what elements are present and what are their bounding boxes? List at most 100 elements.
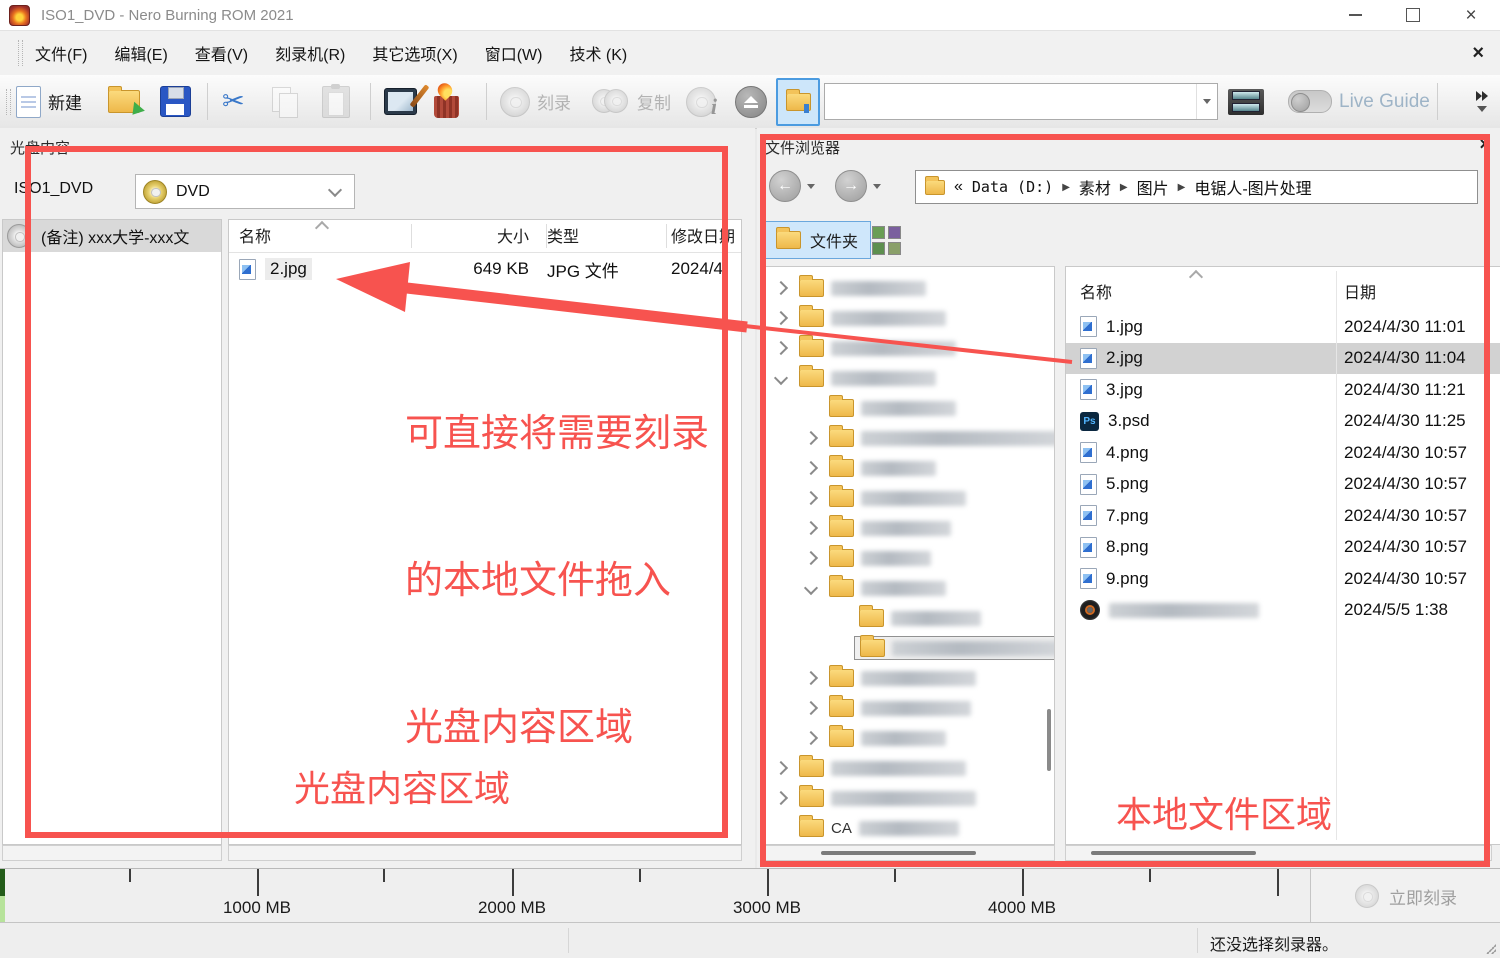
expand-icon[interactable]	[774, 341, 788, 355]
tree-item[interactable]	[764, 783, 1054, 813]
tree-item[interactable]	[764, 453, 1054, 483]
tree-hscrollbar[interactable]	[763, 845, 1055, 861]
list-hscrollbar[interactable]	[1065, 845, 1492, 861]
expand-icon[interactable]	[804, 671, 818, 685]
tree-item[interactable]	[764, 543, 1054, 573]
disc-tree-hscrollbar[interactable]	[2, 845, 222, 861]
file-row[interactable]: 1.jpg2024/4/30 11:01	[1066, 311, 1500, 343]
tree-item[interactable]	[764, 483, 1054, 513]
forward-button[interactable]: →	[835, 170, 867, 202]
back-history-dropdown[interactable]	[807, 184, 815, 189]
expand-icon[interactable]	[804, 551, 818, 565]
tree-item[interactable]	[764, 633, 1054, 663]
resize-grip[interactable]	[1486, 944, 1496, 954]
new-compilation-button[interactable]: 新建	[16, 75, 82, 128]
file-row[interactable]: Ps3.psd2024/4/30 11:25	[1066, 406, 1500, 438]
menu-item[interactable]: 查看(V)	[195, 41, 248, 65]
tree-item[interactable]	[764, 513, 1054, 543]
tree-item[interactable]	[764, 573, 1054, 603]
menu-item[interactable]: 刻录机(R)	[275, 41, 345, 65]
maximize-button[interactable]	[1384, 0, 1442, 30]
menu-item[interactable]: 其它选项(X)	[372, 41, 457, 65]
minimize-button[interactable]	[1326, 0, 1384, 30]
breadcrumb[interactable]: « Data (D:) ▶ 素材 ▶ 图片 ▶ 电锯人-图片处理	[915, 170, 1478, 204]
file-row[interactable]: 8.png2024/4/30 10:57	[1066, 532, 1500, 564]
save-button[interactable]	[160, 75, 191, 128]
disc-info-button[interactable]: i	[686, 75, 716, 128]
expand-icon[interactable]	[774, 311, 788, 325]
erase-disc-button[interactable]	[434, 75, 459, 128]
open-button[interactable]	[108, 75, 140, 128]
disc-root-item[interactable]: (备注) xxx大学-xxx文	[3, 220, 221, 252]
file-row[interactable]: 2024/5/5 1:38	[1066, 595, 1500, 627]
expand-icon[interactable]	[804, 731, 818, 745]
breadcrumb-separator-icon[interactable]: ▶	[1178, 182, 1186, 193]
tree-item[interactable]	[764, 753, 1054, 783]
expand-icon[interactable]	[774, 761, 788, 775]
tree-item[interactable]	[764, 363, 1054, 393]
disc-file-row[interactable]: 2.jpg 649 KB JPG 文件 2024/4,	[229, 253, 741, 285]
tree-item[interactable]	[764, 333, 1054, 363]
menu-item[interactable]: 编辑(E)	[114, 41, 167, 65]
file-row[interactable]: 4.png2024/4/30 10:57	[1066, 437, 1500, 469]
breadcrumb-separator-icon[interactable]: ▶	[1120, 182, 1128, 193]
forward-history-dropdown[interactable]	[873, 184, 881, 189]
menu-item[interactable]: 窗口(W)	[485, 41, 543, 65]
close-button[interactable]: ×	[1442, 0, 1500, 30]
breadcrumb-segment[interactable]: 电锯人-图片处理	[1194, 175, 1311, 199]
collapse-icon[interactable]	[804, 581, 818, 595]
file-browser-toggle-button[interactable]	[776, 75, 820, 128]
breadcrumb-segment[interactable]: 素材	[1079, 175, 1111, 199]
tree-item[interactable]	[764, 663, 1054, 693]
expand-icon[interactable]	[804, 701, 818, 715]
file-row[interactable]: 7.png2024/4/30 10:57	[1066, 500, 1500, 532]
file-list-header[interactable]: 名称 日期	[1066, 267, 1500, 311]
tree-item[interactable]	[764, 423, 1054, 453]
burn-button[interactable]: 刻录	[500, 75, 571, 128]
tree-item[interactable]	[764, 273, 1054, 303]
combo-dropdown-button[interactable]	[1196, 84, 1217, 119]
burn-now-button[interactable]: 立即刻录	[1310, 868, 1500, 923]
tree-item[interactable]	[764, 603, 1054, 633]
tree-vscrollbar[interactable]	[1047, 709, 1051, 771]
eject-button[interactable]	[735, 75, 767, 128]
copy-disc-button[interactable]: 复制	[592, 75, 671, 128]
file-row[interactable]: 9.png2024/4/30 10:57	[1066, 563, 1500, 595]
collapse-icon[interactable]	[774, 371, 788, 385]
expand-icon[interactable]	[804, 431, 818, 445]
folders-view-button[interactable]: 文件夹	[763, 221, 871, 259]
toolbar-overflow-button[interactable]	[1476, 75, 1488, 128]
tree-item[interactable]	[764, 693, 1054, 723]
disc-type-combobox[interactable]: DVD	[135, 174, 355, 209]
expand-icon[interactable]	[804, 521, 818, 535]
breadcrumb-segment[interactable]: Data (D:)	[972, 178, 1053, 196]
file-row[interactable]: 3.jpg2024/4/30 11:21	[1066, 374, 1500, 406]
disc-list-header[interactable]: 名称 大小 类型 修改日期	[229, 220, 741, 253]
expand-icon[interactable]	[774, 791, 788, 805]
menu-item[interactable]: 技术 (K)	[569, 41, 627, 65]
paste-button[interactable]	[322, 75, 350, 128]
expand-icon[interactable]	[804, 461, 818, 475]
file-row[interactable]: 5.png2024/4/30 10:57	[1066, 469, 1500, 501]
drive-button[interactable]	[1228, 75, 1264, 128]
browser-close-button[interactable]: ×	[1479, 134, 1490, 155]
breadcrumb-segment[interactable]: 图片	[1137, 175, 1169, 199]
file-row[interactable]: 2.jpg2024/4/30 11:04	[1066, 343, 1500, 375]
thumbnail-view-button[interactable]	[870, 225, 904, 257]
copy-button[interactable]	[272, 75, 298, 128]
expand-icon[interactable]	[804, 491, 818, 505]
tree-item[interactable]: CA	[764, 813, 1054, 843]
cover-designer-button[interactable]	[384, 75, 417, 128]
breadcrumb-collapse-chevrons[interactable]: «	[954, 178, 963, 196]
document-close-button[interactable]: ×	[1472, 42, 1484, 65]
cut-button[interactable]: ✂	[222, 75, 245, 128]
tree-item[interactable]	[764, 303, 1054, 333]
recorder-combobox[interactable]	[824, 75, 1218, 128]
tree-item[interactable]	[764, 723, 1054, 753]
back-button[interactable]: ←	[769, 170, 801, 202]
tree-item[interactable]	[764, 393, 1054, 423]
breadcrumb-separator-icon[interactable]: ▶	[1062, 182, 1070, 193]
expand-icon[interactable]	[774, 281, 788, 295]
disc-list-hscrollbar[interactable]	[228, 845, 742, 861]
menu-item[interactable]: 文件(F)	[35, 41, 87, 65]
